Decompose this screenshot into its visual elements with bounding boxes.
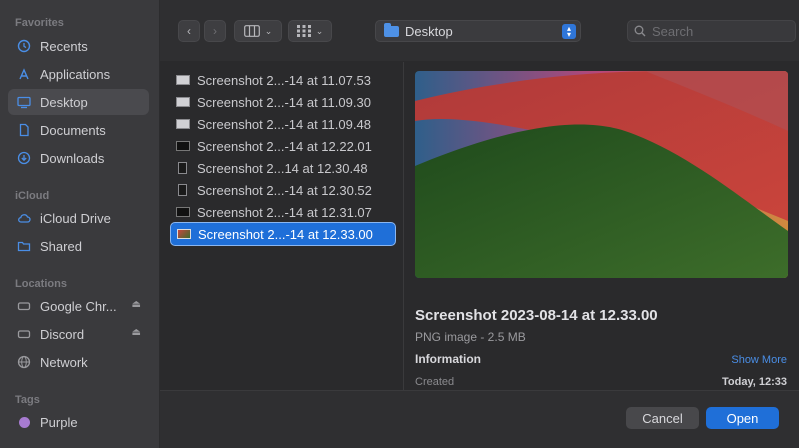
sidebar-item-label: Desktop bbox=[40, 94, 88, 110]
sidebar-item-downloads[interactable]: Downloads bbox=[8, 145, 149, 171]
sidebar-item-label: Network bbox=[40, 354, 88, 370]
file-name: Screenshot 2...-14 at 12.22.01 bbox=[197, 138, 372, 154]
file-row[interactable]: Screenshot 2...-14 at 11.09.48 bbox=[170, 113, 396, 135]
chevron-down-icon: ⌄ bbox=[315, 25, 324, 36]
group-by-button[interactable]: ⌄ bbox=[288, 20, 332, 42]
image-thumbnail-icon bbox=[176, 75, 190, 85]
document-icon bbox=[17, 123, 31, 137]
cloud-icon bbox=[17, 211, 31, 225]
back-button[interactable]: ‹ bbox=[178, 20, 200, 42]
file-name: Screenshot 2...14 at 12.30.48 bbox=[197, 160, 368, 176]
sidebar-item-shared[interactable]: Shared bbox=[8, 233, 149, 259]
file-row[interactable]: Screenshot 2...-14 at 11.07.53 bbox=[170, 69, 396, 91]
sidebar-section-favorites: Favorites bbox=[15, 17, 64, 29]
image-thumbnail-icon bbox=[177, 229, 191, 239]
search-field[interactable] bbox=[627, 20, 796, 42]
file-name: Screenshot 2...-14 at 12.33.00 bbox=[198, 226, 373, 242]
sidebar-item-label: Recents bbox=[40, 38, 88, 54]
chevron-down-icon: ⌄ bbox=[264, 25, 273, 36]
sidebar-item-icloud-drive[interactable]: iCloud Drive bbox=[8, 205, 149, 231]
information-heading: Information bbox=[415, 352, 481, 366]
file-row[interactable]: Screenshot 2...-14 at 12.30.52 bbox=[170, 179, 396, 201]
disk-icon bbox=[17, 327, 31, 341]
eject-icon[interactable]: ⏏ bbox=[132, 327, 141, 338]
preview-pane: Screenshot 2023-08-14 at 12.33.00 PNG im… bbox=[405, 62, 799, 390]
file-row[interactable]: Screenshot 2...14 at 12.30.48 bbox=[170, 157, 396, 179]
grid-icon bbox=[296, 25, 311, 37]
download-icon bbox=[17, 151, 31, 165]
sidebar-item-label: Discord bbox=[40, 326, 85, 342]
sidebar-item-label: iCloud Drive bbox=[40, 210, 111, 226]
file-name: Screenshot 2...-14 at 12.31.07 bbox=[197, 204, 372, 220]
search-icon bbox=[634, 25, 646, 37]
sidebar-item-label: Google Chr... bbox=[40, 298, 117, 314]
open-button[interactable]: Open bbox=[706, 407, 779, 429]
sidebar-item-label: Purple bbox=[40, 414, 78, 430]
created-value: Today, 12:33 bbox=[721, 376, 787, 388]
location-path-label: Desktop bbox=[405, 23, 453, 39]
sidebar-item-label: Downloads bbox=[40, 150, 105, 166]
show-more-link[interactable]: Show More bbox=[731, 354, 787, 366]
image-thumbnail-icon bbox=[178, 184, 187, 196]
location-path-select[interactable]: Desktop ▴ ▾ bbox=[375, 20, 581, 42]
disk-icon bbox=[17, 299, 31, 313]
file-row[interactable]: Screenshot 2...-14 at 12.31.07 bbox=[170, 201, 396, 223]
created-label: Created bbox=[415, 376, 455, 388]
sidebar-item-recents[interactable]: Recents bbox=[8, 33, 149, 59]
globe-icon bbox=[17, 355, 31, 369]
sidebar-item-tag-purple[interactable]: Purple bbox=[8, 409, 149, 435]
sidebar-section-locations: Locations bbox=[15, 278, 67, 290]
file-row[interactable]: Screenshot 2...-14 at 12.22.01 bbox=[170, 135, 396, 157]
image-thumbnail-icon bbox=[176, 119, 190, 129]
chevron-right-icon: › bbox=[213, 24, 217, 38]
preview-image bbox=[415, 71, 788, 278]
sidebar-section-tags: Tags bbox=[15, 394, 40, 406]
columns-icon bbox=[243, 25, 260, 37]
file-name: Screenshot 2...-14 at 11.09.30 bbox=[197, 94, 371, 110]
cancel-button[interactable]: Cancel bbox=[626, 407, 699, 429]
image-thumbnail-icon bbox=[178, 162, 187, 174]
sidebar-item-applications[interactable]: Applications bbox=[8, 61, 149, 87]
clock-icon bbox=[17, 39, 31, 53]
sidebar-item-label: Shared bbox=[40, 238, 82, 254]
search-input[interactable] bbox=[652, 23, 782, 39]
sidebar-item-discord[interactable]: Discord ⏏ bbox=[8, 321, 149, 347]
forward-button[interactable]: › bbox=[204, 20, 226, 42]
file-list: Screenshot 2...-14 at 11.07.53 Screensho… bbox=[160, 62, 404, 390]
eject-icon[interactable]: ⏏ bbox=[132, 299, 141, 310]
view-columns-button[interactable]: ⌄ bbox=[234, 20, 282, 42]
tag-dot-icon bbox=[17, 415, 31, 429]
shared-folder-icon bbox=[17, 239, 31, 253]
sidebar-item-label: Applications bbox=[40, 66, 111, 82]
chevron-left-icon: ‹ bbox=[187, 24, 191, 38]
dialog-footer: Cancel Open bbox=[160, 390, 799, 448]
preview-file-kind: PNG image - 2.5 MB bbox=[415, 330, 526, 344]
sidebar-section-icloud: iCloud bbox=[15, 190, 50, 202]
image-thumbnail-icon bbox=[176, 207, 190, 217]
image-thumbnail-icon bbox=[176, 141, 190, 151]
file-row[interactable]: Screenshot 2...-14 at 11.09.30 bbox=[170, 91, 396, 113]
up-down-chevron-icon: ▴ ▾ bbox=[562, 24, 576, 39]
desktop-icon bbox=[17, 95, 31, 109]
sidebar-item-desktop[interactable]: Desktop bbox=[8, 89, 149, 115]
file-name: Screenshot 2...-14 at 11.09.48 bbox=[197, 116, 371, 132]
file-row-selected[interactable]: Screenshot 2...-14 at 12.33.00 bbox=[170, 222, 396, 246]
sidebar-item-label: Documents bbox=[40, 122, 106, 138]
applications-icon bbox=[17, 67, 31, 81]
sidebar: Favorites Recents Applications Desktop D… bbox=[0, 0, 160, 448]
sidebar-item-documents[interactable]: Documents bbox=[8, 117, 149, 143]
folder-icon bbox=[384, 22, 399, 37]
sidebar-item-google-chrome[interactable]: Google Chr... ⏏ bbox=[8, 293, 149, 319]
sidebar-item-network[interactable]: Network bbox=[8, 349, 149, 375]
file-name: Screenshot 2...-14 at 11.07.53 bbox=[197, 72, 371, 88]
file-name: Screenshot 2...-14 at 12.30.52 bbox=[197, 182, 372, 198]
toolbar: ‹ › ⌄ ⌄ Desktop ▴ ▾ bbox=[160, 0, 799, 62]
image-thumbnail-icon bbox=[176, 97, 190, 107]
preview-file-name: Screenshot 2023-08-14 at 12.33.00 bbox=[415, 307, 658, 324]
